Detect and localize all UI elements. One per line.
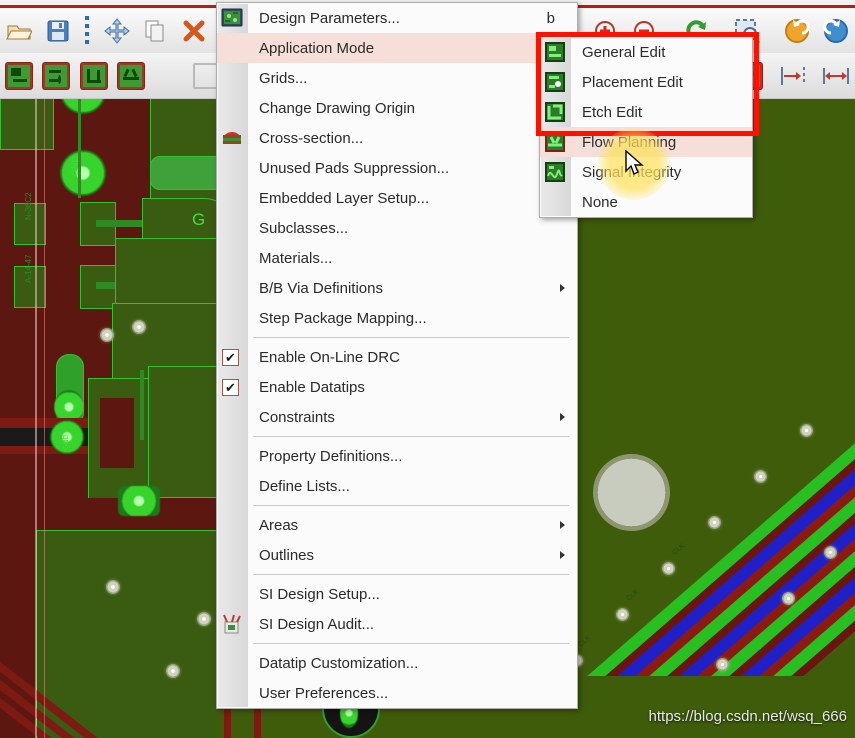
- app-mode-general-edit-icon: [544, 41, 566, 63]
- menu-item-label: User Preferences...: [259, 684, 389, 702]
- menu-item-si-design-setup[interactable]: SI Design Setup...: [217, 579, 577, 609]
- submenu-item-general-edit[interactable]: General Edit: [540, 37, 752, 67]
- checkbox-enable-datatips[interactable]: ✔: [222, 378, 239, 396]
- submenu-item-label: Placement Edit: [582, 73, 683, 91]
- design-parameters-icon: [221, 7, 243, 29]
- menu-item-label: Step Package Mapping...: [259, 309, 427, 327]
- redo-icon[interactable]: [819, 14, 852, 48]
- menu-item-enable-online-drc[interactable]: ✔ Enable On-Line DRC: [217, 342, 577, 372]
- app-mode-general-edit-icon[interactable]: [3, 59, 35, 93]
- copy-icon[interactable]: [139, 14, 172, 48]
- submenu-item-label: Flow Planning: [582, 133, 677, 151]
- menu-item-application-mode[interactable]: Application Mode: [217, 33, 577, 63]
- submenu-item-label: General Edit: [582, 43, 666, 61]
- dimension-single-icon[interactable]: [778, 59, 810, 93]
- submenu-item-etch-edit[interactable]: Etch Edit: [540, 97, 752, 127]
- menu-item-label: Change Drawing Origin: [259, 99, 415, 117]
- menu-item-areas[interactable]: Areas: [217, 510, 577, 540]
- app-mode-signal-integrity-icon: [544, 161, 566, 183]
- undo-icon[interactable]: [781, 14, 814, 48]
- open-file-icon[interactable]: [3, 14, 36, 48]
- chevron-right-icon: [560, 551, 565, 559]
- menu-item-design-parameters[interactable]: Design Parameters... b: [217, 3, 577, 33]
- drag-handle-icon[interactable]: [85, 15, 90, 46]
- submenu-item-signal-integrity[interactable]: Signal Integrity: [540, 157, 752, 187]
- submenu-item-label: None: [582, 193, 618, 211]
- menu-item-label: SI Design Setup...: [259, 585, 380, 603]
- menu-item-materials[interactable]: Materials...: [217, 243, 577, 273]
- menu-item-grids[interactable]: Grids... gg: [217, 63, 577, 93]
- menu-item-si-design-audit[interactable]: SI Design Audit...: [217, 609, 577, 639]
- menu-item-embedded-layer-setup[interactable]: Embedded Layer Setup...: [217, 183, 577, 213]
- menu-item-label: Materials...: [259, 249, 333, 267]
- menu-item-label: Enable Datatips: [259, 378, 365, 396]
- pcb-left-region: GND GND N-36C2 A-14-47 G GND: [0, 98, 216, 738]
- app-mode-etch-edit-icon[interactable]: [78, 59, 110, 93]
- menu-item-label: Datatip Customization...: [259, 654, 419, 672]
- menu-item-label: Subclasses...: [259, 219, 349, 237]
- chevron-right-icon: [560, 413, 565, 421]
- menu-item-label: Unused Pads Suppression...: [259, 159, 450, 177]
- menu-item-label: Areas: [259, 516, 299, 534]
- submenu-item-label: Etch Edit: [582, 103, 643, 121]
- menu-item-label: Outlines: [259, 546, 315, 564]
- menu-item-accelerator: b: [546, 9, 555, 27]
- menu-item-label: Define Lists...: [259, 477, 350, 495]
- chevron-right-icon: [560, 284, 565, 292]
- checkbox-enable-online-drc[interactable]: ✔: [222, 348, 239, 366]
- menu-item-label: Application Mode: [259, 39, 375, 57]
- submenu-item-placement-edit[interactable]: Placement Edit: [540, 67, 752, 97]
- app-mode-flow-planning-icon: [544, 131, 566, 153]
- app-mode-placement-edit-icon: [544, 71, 566, 93]
- menu-separator: [253, 505, 569, 506]
- menu-item-cross-section[interactable]: Cross-section... cs: [217, 123, 577, 153]
- menu-separator: [253, 574, 569, 575]
- menu-item-unused-pads-suppression[interactable]: Unused Pads Suppression...: [217, 153, 577, 183]
- menu-item-enable-datatips[interactable]: ✔ Enable Datatips: [217, 372, 577, 402]
- submenu-item-flow-planning[interactable]: Flow Planning: [540, 127, 752, 157]
- menu-item-label: Property Definitions...: [259, 447, 403, 465]
- menu-item-datatip-customization[interactable]: Datatip Customization...: [217, 648, 577, 678]
- menu-separator: [253, 436, 569, 437]
- application-mode-submenu[interactable]: General Edit Placement Edit Etch Edit Fl…: [539, 36, 753, 218]
- save-icon[interactable]: [42, 14, 75, 48]
- dimension-linear-icon[interactable]: [820, 59, 852, 93]
- menu-item-change-drawing-origin[interactable]: Change Drawing Origin: [217, 93, 577, 123]
- menu-item-user-preferences[interactable]: User Preferences...: [217, 678, 577, 708]
- menu-item-subclasses[interactable]: Subclasses...: [217, 213, 577, 243]
- chevron-right-icon: [560, 521, 565, 529]
- menu-item-label: Grids...: [259, 69, 308, 87]
- app-mode-etch-edit-icon: [544, 101, 566, 123]
- move-icon[interactable]: [100, 14, 133, 48]
- menu-item-define-lists[interactable]: Define Lists...: [217, 471, 577, 501]
- submenu-item-label: Signal Integrity: [582, 163, 682, 181]
- menu-item-property-definitions[interactable]: Property Definitions...: [217, 441, 577, 471]
- cross-section-icon: [221, 127, 243, 149]
- menu-item-bb-via-definitions[interactable]: B/B Via Definitions: [217, 273, 577, 303]
- delete-icon[interactable]: [178, 14, 211, 48]
- menu-separator: [253, 337, 569, 338]
- menu-item-step-package-mapping[interactable]: Step Package Mapping...: [217, 303, 577, 333]
- menu-item-label: Constraints: [259, 408, 335, 426]
- menu-item-label: SI Design Audit...: [259, 615, 375, 633]
- menu-item-label: Cross-section...: [259, 129, 364, 147]
- menu-item-label: Enable On-Line DRC: [259, 348, 400, 366]
- menu-item-label: Design Parameters...: [259, 9, 400, 27]
- app-mode-flow-planning-icon[interactable]: [116, 59, 148, 93]
- setup-dropdown-menu[interactable]: Design Parameters... b Application Mode …: [216, 2, 578, 709]
- app-mode-placement-edit-icon[interactable]: [41, 59, 73, 93]
- menu-item-outlines[interactable]: Outlines: [217, 540, 577, 570]
- menu-item-constraints[interactable]: Constraints: [217, 402, 577, 432]
- si-design-audit-icon: [221, 613, 243, 635]
- watermark-text: https://blog.csdn.net/wsq_666: [648, 708, 847, 725]
- menu-item-label: B/B Via Definitions: [259, 279, 383, 297]
- menu-item-label: Embedded Layer Setup...: [259, 189, 430, 207]
- submenu-item-none[interactable]: None: [540, 187, 752, 217]
- menu-separator: [253, 643, 569, 644]
